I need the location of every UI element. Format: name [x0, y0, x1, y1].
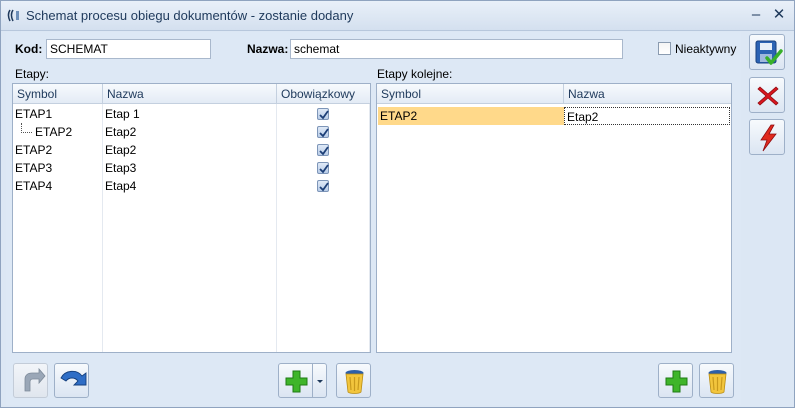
col-symbol-kolejne[interactable]: Symbol: [377, 84, 564, 104]
cancel-button[interactable]: [749, 77, 785, 113]
chevron-down-icon: [317, 380, 323, 383]
etapy-row[interactable]: ETAP2 Etap2: [13, 123, 370, 141]
red-x-icon: [757, 86, 779, 106]
checkmark-icon: [319, 128, 329, 138]
title-bar: Schemat procesu obiegu dokumentów - zost…: [1, 1, 794, 31]
lightning-icon: [760, 124, 777, 152]
kod-input[interactable]: SCHEMAT: [46, 39, 211, 59]
save-button[interactable]: [749, 34, 785, 70]
etapy-symbol-cell: ETAP3: [15, 161, 53, 175]
kolejne-row[interactable]: ETAP2 Etap2: [378, 107, 730, 125]
obowiazkowy-checkbox[interactable]: [317, 180, 329, 192]
kolejne-nazwa-cell[interactable]: Etap2: [564, 107, 730, 125]
etapy-symbol-cell: ETAP4: [15, 179, 53, 193]
app-icon: [7, 9, 19, 22]
etapy-symbol-cell: ETAP2: [15, 143, 53, 157]
checkmark-icon: [319, 146, 329, 156]
etapy-row[interactable]: ETAP1 Etap 1: [13, 105, 370, 123]
arrow-forward-icon: [60, 370, 87, 386]
etapy-delete-button[interactable]: [336, 363, 371, 398]
floppy-disk-check-icon: [755, 40, 783, 65]
kolejne-add-button[interactable]: [658, 363, 693, 398]
close-button[interactable]: ✕: [769, 5, 789, 25]
nazwa-input[interactable]: schemat: [290, 39, 623, 59]
minimize-button[interactable]: –: [746, 5, 766, 25]
etapy-kolejne-grid: Symbol Nazwa ETAP2 Etap2: [376, 83, 732, 353]
etapy-nazwa-cell: Etap2: [105, 125, 137, 139]
dialog-window: Schemat procesu obiegu dokumentów - zost…: [0, 0, 795, 408]
obowiazkowy-checkbox[interactable]: [317, 162, 329, 174]
window-title: Schemat procesu obiegu dokumentów - zost…: [26, 8, 354, 23]
etapy-grid-header: Symbol Nazwa Obowiązkowy: [13, 84, 370, 104]
etapy-add-button[interactable]: [278, 363, 313, 398]
lightning-button[interactable]: [749, 119, 785, 155]
move-up-button[interactable]: [13, 363, 48, 398]
etapy-nazwa-cell: Etap4: [105, 179, 137, 193]
etapy-grid: Symbol Nazwa Obowiązkowy ETAP1 Etap 1 ETAP…: [12, 83, 371, 353]
arrow-back-icon: [24, 367, 46, 392]
checkmark-icon: [319, 164, 329, 174]
nazwa-label: Nazwa:: [247, 42, 289, 56]
etapy-nazwa-cell: Etap3: [105, 161, 137, 175]
etapy-symbol-cell: ETAP2: [35, 125, 73, 139]
client-area: Kod: SCHEMAT Nazwa: schemat Nieaktywny E…: [6, 32, 741, 405]
kod-label: Kod:: [15, 42, 43, 56]
green-plus-icon: [665, 370, 688, 393]
col-symbol[interactable]: Symbol: [13, 84, 103, 104]
trash-bin-icon: [708, 370, 727, 394]
etapy-row[interactable]: ETAP3 Etap3: [13, 159, 370, 177]
etapy-label: Etapy:: [15, 67, 50, 81]
etapy-symbol-cell: ETAP1: [15, 107, 53, 121]
etapy-row[interactable]: ETAP4 Etap4: [13, 177, 370, 195]
tree-connector: [21, 123, 32, 133]
inactive-label: Nieaktywny: [675, 42, 737, 56]
move-down-button[interactable]: [54, 363, 89, 398]
kolejne-delete-button[interactable]: [699, 363, 734, 398]
checkmark-icon: [319, 110, 329, 120]
trash-bin-icon: [345, 370, 364, 394]
checkmark-icon: [319, 182, 329, 192]
etapy-nazwa-cell: Etap2: [105, 143, 137, 157]
etapy-kolejne-label: Etapy kolejne:: [377, 67, 453, 81]
etapy-row[interactable]: ETAP2 Etap2: [13, 141, 370, 159]
col-nazwa-kolejne[interactable]: Nazwa: [564, 84, 731, 104]
obowiazkowy-checkbox[interactable]: [317, 144, 329, 156]
col-obowiazkowy[interactable]: Obowiązkowy: [277, 84, 370, 104]
etapy-kolejne-header: Symbol Nazwa: [377, 84, 731, 104]
obowiazkowy-checkbox[interactable]: [317, 126, 329, 138]
kolejne-symbol-cell[interactable]: ETAP2: [378, 107, 564, 125]
etapy-nazwa-cell: Etap 1: [105, 107, 140, 121]
inactive-checkbox[interactable]: [658, 42, 671, 55]
etapy-add-dropdown[interactable]: [313, 363, 327, 398]
obowiazkowy-checkbox[interactable]: [317, 108, 329, 120]
col-nazwa[interactable]: Nazwa: [103, 84, 277, 104]
green-plus-icon: [285, 370, 308, 393]
